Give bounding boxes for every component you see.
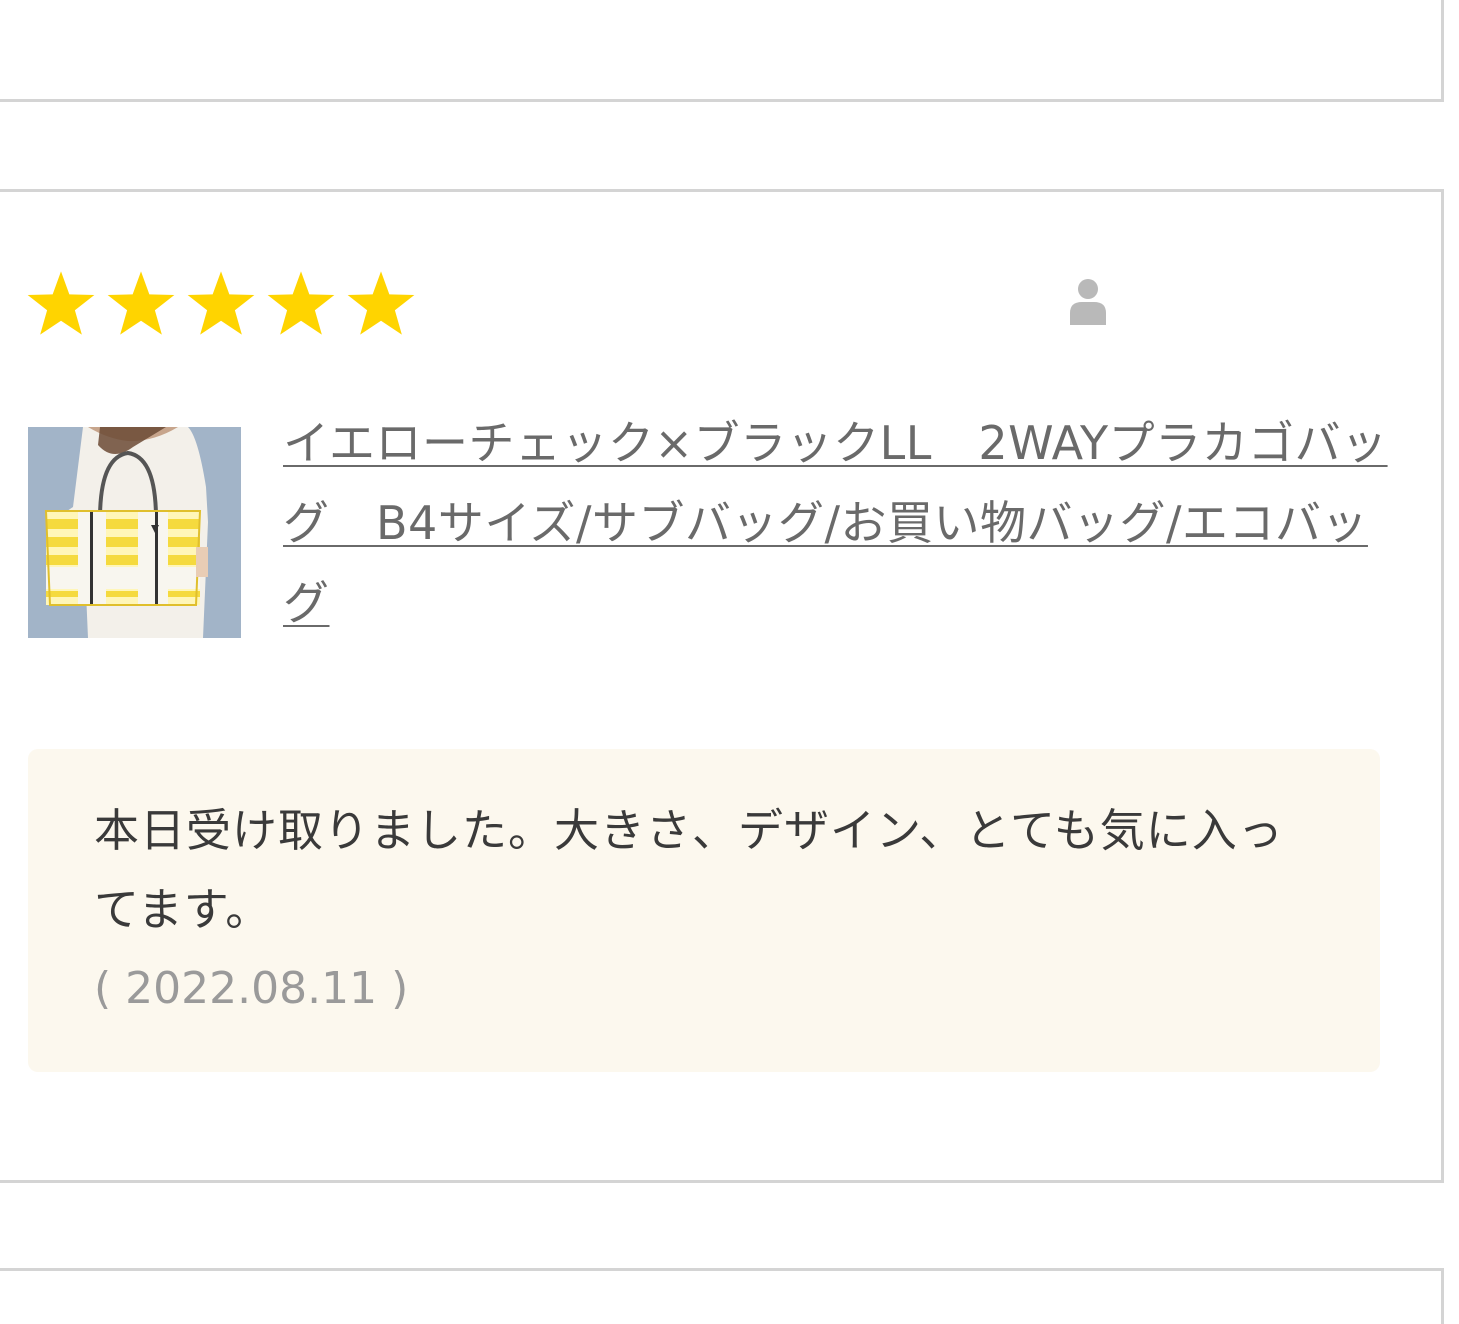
star-icon: [27, 271, 95, 335]
star-icon: [267, 271, 335, 335]
star-icon: [187, 271, 255, 335]
star-rating: [26, 270, 416, 336]
product-thumbnail[interactable]: [28, 427, 241, 638]
product-link[interactable]: イエローチェック×ブラックLL 2WAYプラカゴバッグ B4サイズ/サブバッグ/…: [283, 403, 1393, 643]
review-date: ( 2022.08.11 ): [94, 963, 409, 1014]
star-icon: [107, 271, 175, 335]
review-text: 本日受け取りました。大きさ、デザイン、とても気に入ってます。: [94, 804, 1284, 936]
next-review-card: [0, 1268, 1444, 1324]
person-icon: [1070, 279, 1106, 325]
previous-review-card: [0, 0, 1444, 102]
review-content-box: 本日受け取りました。大きさ、デザイン、とても気に入ってます。 ( 2022.08…: [28, 749, 1380, 1072]
reviewer-name: [1128, 284, 1338, 314]
star-icon: [347, 271, 415, 335]
